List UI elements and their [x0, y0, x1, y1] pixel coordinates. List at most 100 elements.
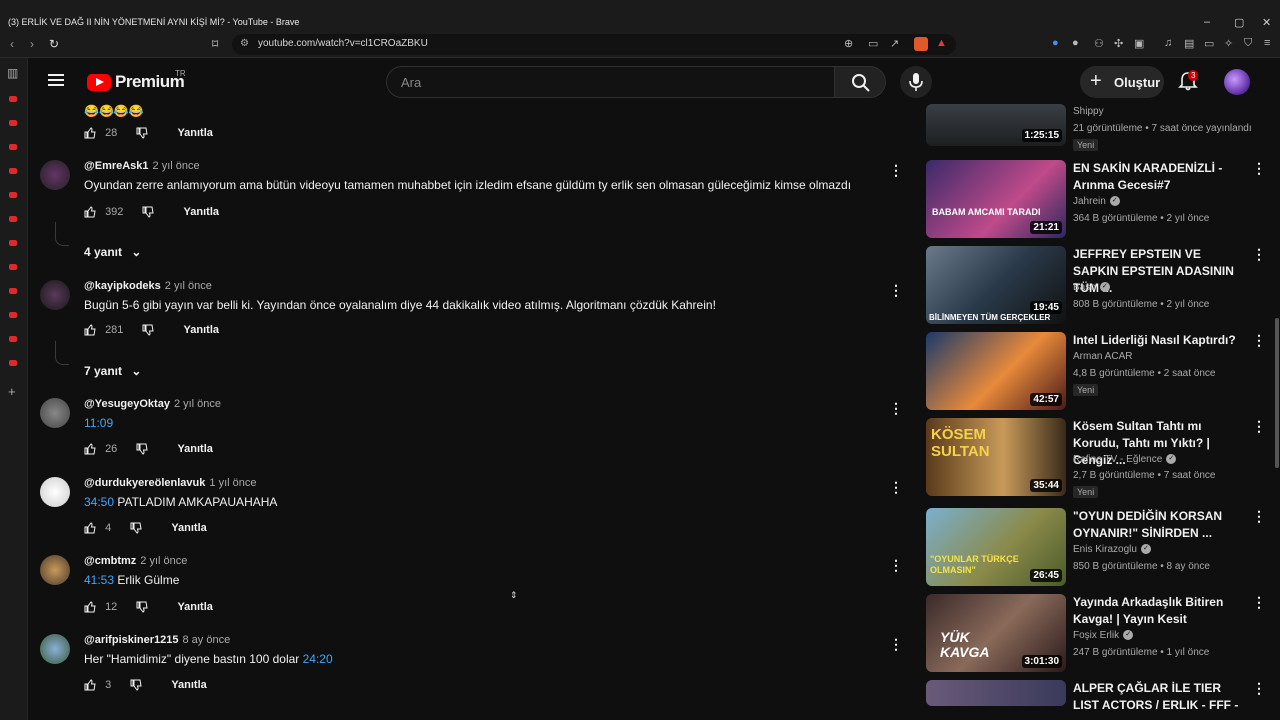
- comment-author[interactable]: @durdukyereölenlavuk: [84, 477, 205, 489]
- reply-button[interactable]: Yanıtla: [177, 443, 212, 455]
- dislike-icon[interactable]: [136, 127, 148, 139]
- video-thumbnail[interactable]: "OYUNLAR TÜRKÇE OLMASIN" 26:45: [926, 508, 1066, 586]
- music-icon[interactable]: ♫: [1164, 37, 1172, 49]
- scrollbar-thumb[interactable]: [1275, 318, 1279, 468]
- video-item[interactable]: 42:57 Intel Liderliği Nasıl Kaptırdı? Ar…: [926, 332, 1268, 412]
- youtube-tab-icon[interactable]: [9, 120, 17, 126]
- like-icon[interactable]: [84, 443, 96, 455]
- more-actions-icon[interactable]: ⋮: [1252, 680, 1266, 697]
- reply-button[interactable]: Yanıtla: [184, 324, 219, 336]
- timestamp-link[interactable]: 11:09: [84, 416, 113, 430]
- comment-time[interactable]: 2 yıl önce: [140, 555, 187, 567]
- youtube-tab-icon[interactable]: [9, 264, 17, 270]
- more-actions-icon[interactable]: ⋮: [889, 400, 903, 417]
- brave-rewards-icon[interactable]: ▲: [936, 37, 947, 49]
- more-actions-icon[interactable]: ⋮: [1252, 594, 1266, 611]
- video-thumbnail[interactable]: BİLİNMEYEN TÜM GERÇEKLER 19:45: [926, 246, 1066, 324]
- extension-icon[interactable]: ●: [1072, 37, 1079, 49]
- youtube-tab-icon[interactable]: [9, 144, 17, 150]
- youtube-tab-icon[interactable]: [9, 360, 17, 366]
- comment-author[interactable]: @cmbtmz: [84, 555, 136, 567]
- more-actions-icon[interactable]: ⋮: [1252, 160, 1266, 177]
- share-icon[interactable]: ↗: [890, 37, 899, 50]
- like-icon[interactable]: [84, 324, 96, 336]
- avatar[interactable]: [40, 555, 70, 585]
- video-title[interactable]: EN SAKİN KARADENİZLİ - Arınma Gecesi#7: [1073, 160, 1243, 194]
- extension-icon[interactable]: ⚇: [1094, 37, 1104, 50]
- avatar[interactable]: [40, 477, 70, 507]
- create-button[interactable]: + Oluştur: [1080, 66, 1164, 98]
- extensions-puzzle-icon[interactable]: ✣: [1114, 37, 1123, 50]
- zoom-icon[interactable]: ⊕: [844, 37, 853, 50]
- dislike-icon[interactable]: [142, 324, 155, 336]
- timestamp-link[interactable]: 41:53: [84, 573, 114, 587]
- more-actions-icon[interactable]: ⋮: [889, 557, 903, 574]
- reply-button[interactable]: Yanıtla: [171, 522, 206, 534]
- forward-icon[interactable]: ›: [30, 37, 34, 51]
- comment-time[interactable]: 1 yıl önce: [209, 477, 256, 489]
- dislike-icon[interactable]: [142, 206, 155, 218]
- video-thumbnail[interactable]: 42:57: [926, 332, 1066, 410]
- video-title[interactable]: "OYUN DEDİĞİN KORSAN OYNANIR!" SİNİRDEN …: [1073, 508, 1243, 542]
- video-item[interactable]: KÖSEM SULTAN 35:44 Kösem Sultan Tahtı mı…: [926, 418, 1268, 498]
- like-icon[interactable]: [84, 601, 96, 613]
- reply-button[interactable]: Yanıtla: [184, 206, 219, 218]
- comment-author[interactable]: @EmreAsk1: [84, 160, 149, 172]
- avatar[interactable]: [40, 280, 70, 310]
- maximize-icon[interactable]: ▢: [1234, 16, 1244, 29]
- search-button[interactable]: [834, 66, 886, 98]
- sidebar-toggle-icon[interactable]: ▤: [1184, 37, 1194, 50]
- more-actions-icon[interactable]: ⋮: [1252, 418, 1266, 435]
- youtube-tab-icon[interactable]: [9, 336, 17, 342]
- video-title[interactable]: Yayında Arkadaşlık Bitiren Kavga! | Yayı…: [1073, 594, 1243, 628]
- video-item[interactable]: BİLİNMEYEN TÜM GERÇEKLER 19:45 JEFFREY E…: [926, 246, 1268, 326]
- comment-time[interactable]: 2 yıl önce: [153, 160, 200, 172]
- reply-button[interactable]: Yanıtla: [177, 127, 212, 139]
- cast-icon[interactable]: ▭: [868, 37, 878, 50]
- video-thumbnail[interactable]: [926, 680, 1066, 706]
- more-actions-icon[interactable]: ⋮: [889, 282, 903, 299]
- video-item[interactable]: YÜK KAVGA 3:01:30 Yayında Arkadaşlık Bit…: [926, 594, 1268, 674]
- more-actions-icon[interactable]: ⋮: [1252, 246, 1266, 263]
- youtube-tab-icon[interactable]: [9, 168, 17, 174]
- replies-toggle-button[interactable]: 7 yanıt ⌄: [84, 364, 141, 378]
- extension-icon[interactable]: ▣: [1134, 37, 1144, 50]
- timestamp-link[interactable]: 34:50: [84, 495, 114, 509]
- timestamp-link[interactable]: 24:20: [303, 652, 333, 666]
- channel-name[interactable]: Arman ACAR: [1073, 351, 1132, 362]
- search-input[interactable]: Ara: [386, 66, 835, 98]
- more-actions-icon[interactable]: ⋮: [1252, 332, 1266, 349]
- comment-author[interactable]: @kayipkodeks: [84, 280, 161, 292]
- like-icon[interactable]: [84, 206, 96, 218]
- youtube-tab-icon[interactable]: [9, 240, 17, 246]
- menu-icon[interactable]: ≡: [1264, 37, 1270, 49]
- video-title[interactable]: Intel Liderliği Nasıl Kaptırdı?: [1073, 332, 1243, 349]
- address-bar[interactable]: ⚙ youtube.com/watch?v=cl1CROaZBKU ⊕ ▭ ↗ …: [232, 34, 956, 55]
- bookmark-icon[interactable]: ⌑: [212, 37, 218, 51]
- reply-button[interactable]: Yanıtla: [171, 679, 206, 691]
- brave-shields-icon[interactable]: [914, 37, 928, 51]
- like-icon[interactable]: [84, 127, 96, 139]
- video-item[interactable]: "OYUNLAR TÜRKÇE OLMASIN" 26:45 "OYUN DED…: [926, 508, 1268, 588]
- like-icon[interactable]: [84, 522, 96, 534]
- reload-icon[interactable]: ↻: [49, 37, 59, 51]
- close-icon[interactable]: ✕: [1262, 16, 1271, 29]
- youtube-tab-icon[interactable]: [9, 192, 17, 198]
- extension-icon[interactable]: ●: [1052, 37, 1059, 49]
- replies-toggle-button[interactable]: 4 yanıt ⌄: [84, 245, 141, 259]
- comment-author[interactable]: @arifpiskiner1215: [84, 634, 179, 646]
- channel-name[interactable]: Enis Kirazoglu ✓: [1073, 544, 1151, 555]
- sidebar-panel-icon[interactable]: ▥: [7, 66, 18, 80]
- site-settings-icon[interactable]: ⚙: [240, 38, 249, 49]
- comment-time[interactable]: 2 yıl önce: [165, 280, 212, 292]
- channel-name[interactable]: Shippy: [1073, 106, 1104, 117]
- youtube-tab-icon[interactable]: [9, 216, 17, 222]
- channel-name[interactable]: Jahrein ✓: [1073, 196, 1120, 207]
- dislike-icon[interactable]: [136, 443, 148, 455]
- like-icon[interactable]: [84, 679, 96, 691]
- more-actions-icon[interactable]: ⋮: [1252, 508, 1266, 525]
- wallet-icon[interactable]: ▭: [1204, 37, 1214, 50]
- comment-author[interactable]: @YesugeyOktay: [84, 398, 170, 410]
- video-title[interactable]: ALPER ÇAĞLAR İLE TIER LIST ACTORS / ERLI…: [1073, 680, 1243, 710]
- youtube-tab-icon[interactable]: [9, 312, 17, 318]
